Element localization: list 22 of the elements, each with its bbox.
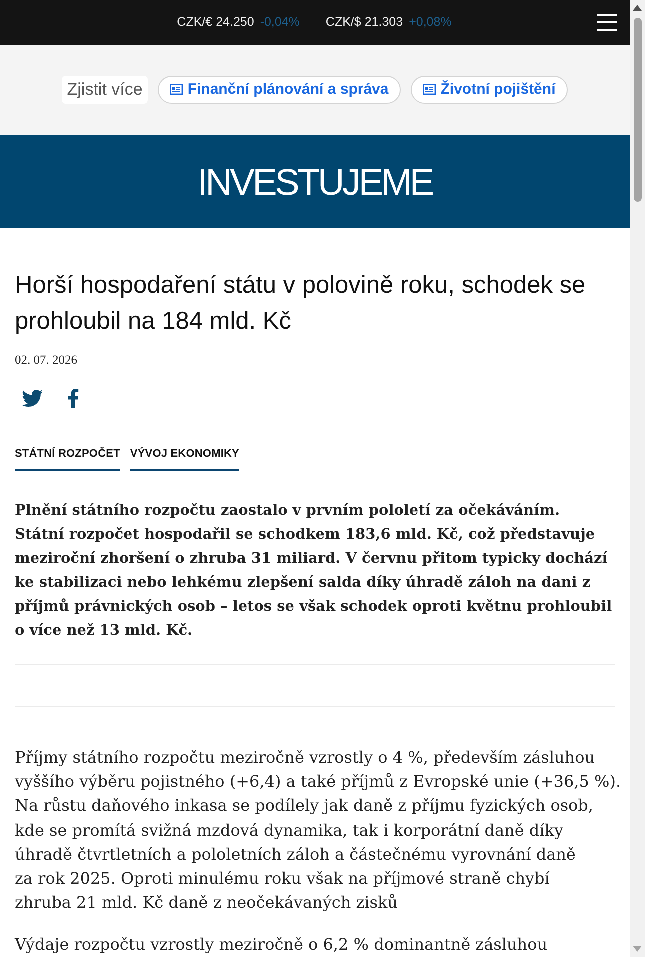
tag-link[interactable]: VÝVOJ EKONOMIKY bbox=[130, 448, 240, 471]
tag-link[interactable]: STÁTNÍ ROZPOČET bbox=[15, 448, 120, 471]
article-title: Horší hospodaření státu v polovině roku, schodek se prohloubil na 184 mld. Kč bbox=[15, 270, 587, 337]
promo-link[interactable]: Životní pojištění bbox=[410, 76, 568, 104]
newspaper-icon bbox=[422, 84, 436, 96]
scrollbar-thumb[interactable] bbox=[634, 18, 642, 202]
promo-link[interactable]: Finanční plánování a správa bbox=[158, 76, 401, 104]
article-date: 02. 07. 2026 bbox=[15, 352, 78, 368]
article-paragraph: Příjmy státního rozpočtu meziročně vzrostly o 4 %, především zásluhou vyššího výběru pojistného (+6,4) a také příjmů z Evropské unie (+36,5 %). Na růstu daňového inkasa se podílely jak daně z příjmu fyzických osob, kde se promítá svižná mzdová dynamika, tak i korporátní daně díky úhradě čtvrtletních a pololetních záloh a částečnému vyrovnání daně za rok 2025. Oproti minulému roku však na příjmové straně chybí zhruba 21 mld. Kč daně z neočekávaných zisků bbox=[15, 746, 622, 914]
rate-change: -0,04% bbox=[260, 15, 300, 30]
promo-label: Zjistit více bbox=[62, 76, 148, 104]
site-logo[interactable]: INVESTUJEME bbox=[198, 162, 432, 201]
menu-icon[interactable] bbox=[597, 14, 617, 31]
article-perex: Plnění státního rozpočtu zaostalo v prvním pololetí za očekáváním. Státní rozpočet hospodařil se schodkem 183,6 mld. Kč, což představuje meziroční zhoršení o zhruba 31 miliard. V červnu přitom typicky dochází ke stabilizaci nebo lehkému zlepšení salda díky úhradě záloh na dani z příjmů právnických osob – letos se však schodek oproti květnu prohloubil o více než 13 mld. Kč. bbox=[15, 500, 614, 641]
exchange-rate: CZK/€ 24.250 bbox=[177, 15, 254, 30]
scroll-up-icon[interactable] bbox=[633, 5, 642, 11]
bird-icon[interactable] bbox=[22, 388, 43, 409]
rate-change: +0,08% bbox=[409, 15, 452, 30]
article-paragraph: Výdaje rozpočtu vzrostly meziročně o 6,2 % dominantně zásluhou bbox=[15, 934, 549, 956]
scrollbar[interactable] bbox=[630, 0, 645, 957]
exchange-rate: CZK/$ 21.303 bbox=[326, 15, 404, 30]
newspaper-icon bbox=[170, 84, 183, 96]
